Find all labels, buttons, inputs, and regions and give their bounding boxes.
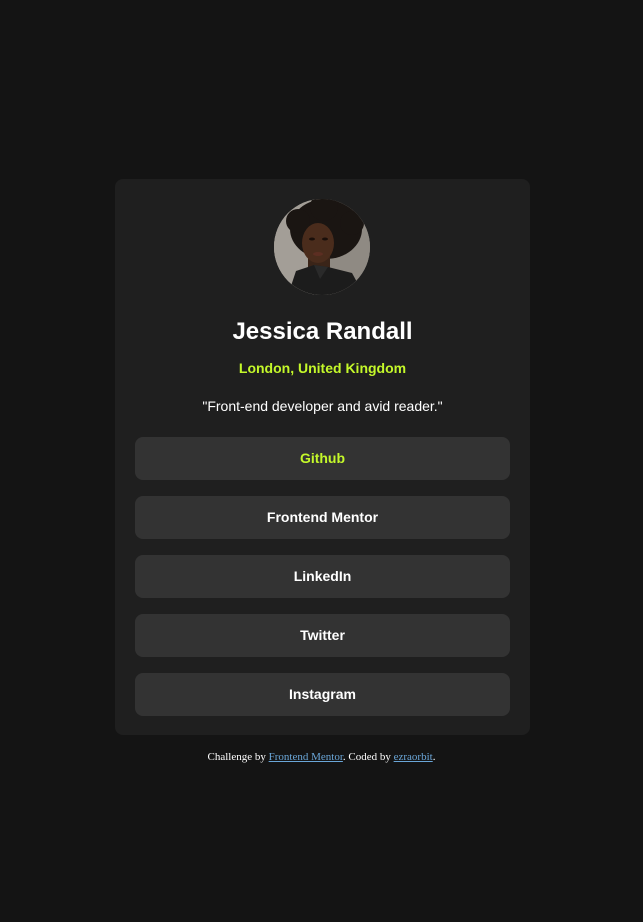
profile-name: Jessica Randall <box>232 318 413 345</box>
instagram-link-button[interactable]: Instagram <box>135 673 510 716</box>
attribution-suffix: . <box>432 751 436 763</box>
frontend-mentor-attribution-link[interactable]: Frontend Mentor <box>269 751 343 763</box>
avatar-photo <box>274 199 370 295</box>
author-attribution-link[interactable]: ezraorbit <box>394 751 433 763</box>
profile-card: Jessica Randall London, United Kingdom "… <box>115 179 530 735</box>
linkedin-link-button[interactable]: LinkedIn <box>135 555 510 598</box>
profile-location: London, United Kingdom <box>238 360 407 376</box>
attribution-prefix: Challenge by <box>207 751 269 763</box>
attribution-middle: . Coded by <box>342 751 394 763</box>
frontend-mentor-link-button[interactable]: Frontend Mentor <box>135 496 510 539</box>
profile-bio: "Front-end developer and avid reader." <box>202 398 443 414</box>
twitter-link-button[interactable]: Twitter <box>135 614 510 657</box>
social-links: Github Frontend Mentor LinkedIn Twitter … <box>135 437 510 732</box>
avatar <box>274 199 370 295</box>
attribution: Challenge by Frontend Mentor. Coded by e… <box>0 750 643 764</box>
github-link-button[interactable]: Github <box>135 437 510 480</box>
